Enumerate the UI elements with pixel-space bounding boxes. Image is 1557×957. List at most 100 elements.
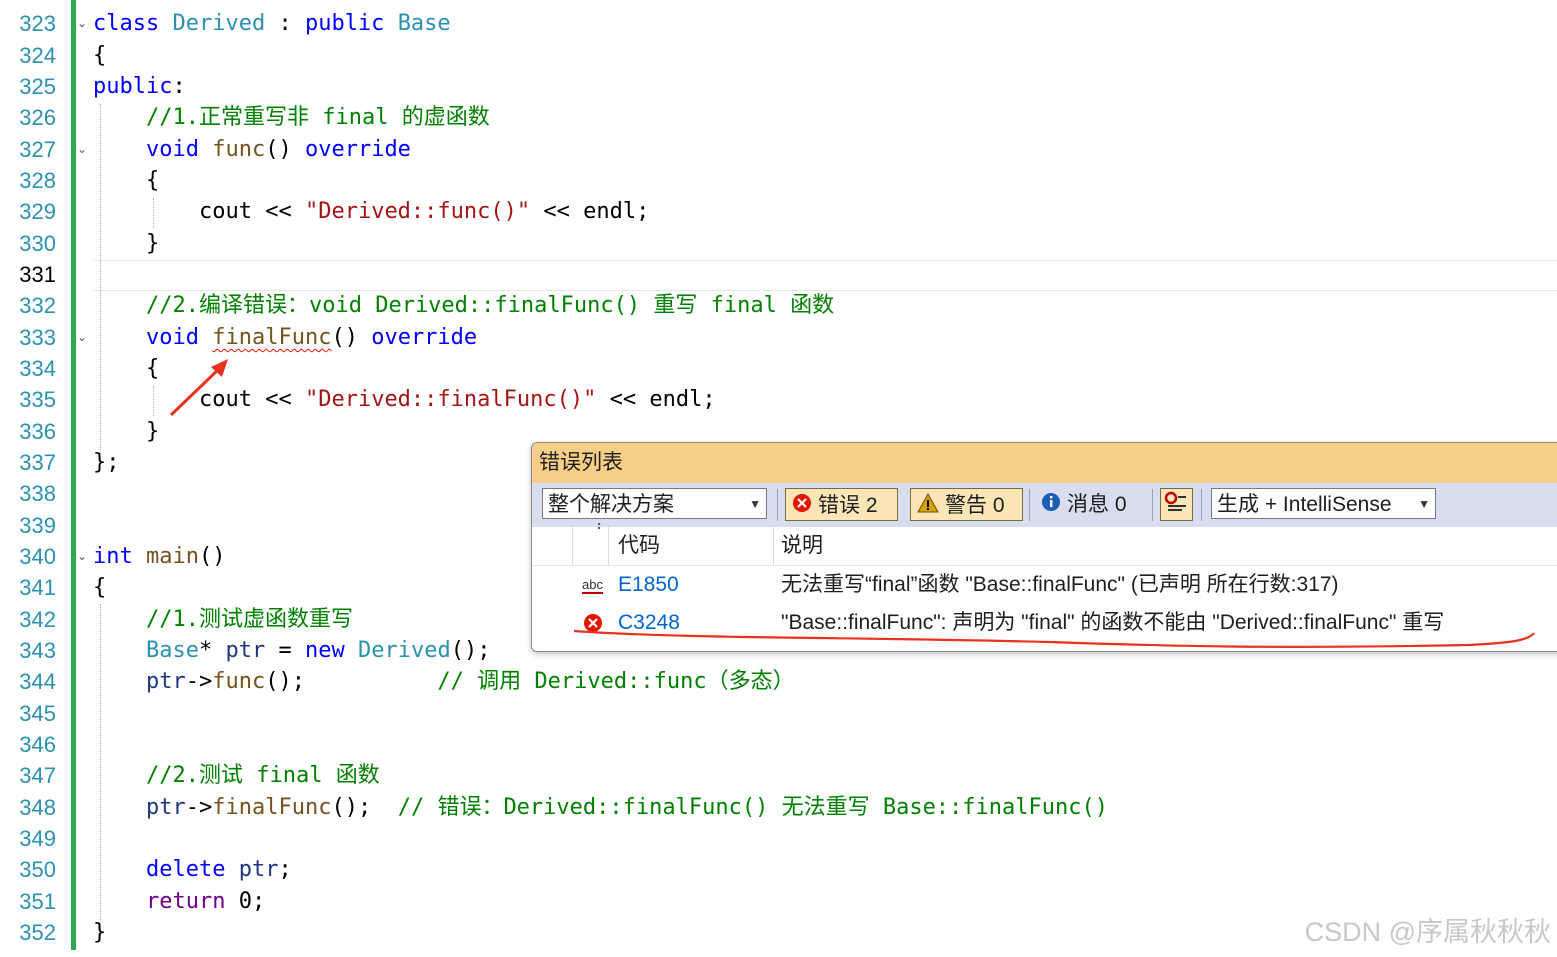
function-name: func <box>212 137 266 162</box>
scope-dropdown[interactable]: 整个解决方案 ▼ <box>542 488 767 519</box>
comment: // 错误：Derived::finalFunc() 无法重写 Base::fi… <box>397 795 1108 820</box>
code-line-323[interactable]: class Derived : public Base <box>93 8 451 39</box>
code-line-332[interactable]: //2.编译错误：void Derived::finalFunc() 重写 fi… <box>146 290 834 321</box>
code-line-336[interactable]: } <box>146 416 159 447</box>
intellisense-abc-icon: abc <box>582 577 603 594</box>
fold-chevron-icon[interactable]: ⌄ <box>77 549 87 563</box>
code-line-328[interactable]: { <box>146 165 159 196</box>
line-number: 349 <box>19 826 56 851</box>
error-list-title[interactable]: 错误列表 <box>532 443 1557 483</box>
toolbar-separator <box>777 489 778 521</box>
function-name: main <box>146 544 199 569</box>
code-line-326[interactable]: //1.正常重写非 final 的虚函数 <box>146 102 490 133</box>
info-circle-icon <box>1041 489 1061 522</box>
fold-chevron-icon[interactable]: ⌄ <box>77 16 87 30</box>
line-number: 329 <box>19 199 56 224</box>
errors-filter-button[interactable]: 错误 2 <box>785 488 898 521</box>
line-number: 333 <box>19 325 56 350</box>
keyword: new <box>304 638 345 663</box>
brace: { <box>93 575 107 600</box>
punctuation: : <box>172 74 186 99</box>
operator: << <box>251 387 305 412</box>
warnings-filter-button[interactable]: 警告 0 <box>910 488 1023 521</box>
messages-filter-label: 消息 0 <box>1067 493 1127 516</box>
line-number: 334 <box>19 356 56 381</box>
code-line-327[interactable]: void func() override <box>146 134 411 165</box>
code-line-347[interactable]: //2.测试 final 函数 <box>146 760 380 791</box>
line-number-gutter: 323 324 325 326 327 328 329 330 331 332 … <box>0 0 60 957</box>
code-line-337[interactable]: }; <box>93 447 120 478</box>
class-name: Derived <box>172 11 266 36</box>
line-number: 328 <box>19 168 56 193</box>
code-line-335[interactable]: cout << "Derived::finalFunc()" << endl; <box>199 384 716 415</box>
line-number: 332 <box>19 293 56 318</box>
code-line-325[interactable]: public: <box>93 71 186 102</box>
error-list-header: ⠃ 代码 说明 <box>532 521 1557 566</box>
error-circle-icon <box>792 490 812 523</box>
current-line-highlight <box>93 260 1557 291</box>
fold-chevron-icon[interactable]: ⌄ <box>77 142 87 156</box>
punctuation: (); <box>450 638 491 663</box>
code-line-342[interactable]: //1.测试虚函数重写 <box>146 604 353 635</box>
code-line-333[interactable]: void finalFunc() override <box>146 322 477 353</box>
code-line-343[interactable]: Base* ptr = new Derived(); <box>146 635 490 666</box>
line-number: 342 <box>19 607 56 632</box>
operator: << <box>530 199 584 224</box>
line-number: 323 <box>19 11 56 36</box>
code-line-330[interactable]: } <box>146 228 159 259</box>
column-divider <box>572 527 573 565</box>
sort-icon[interactable]: ⠃ <box>596 521 606 538</box>
function-name-error[interactable]: finalFunc <box>212 325 331 350</box>
code-line-341[interactable]: { <box>93 572 106 603</box>
code-line-352[interactable]: } <box>93 917 106 948</box>
code-line-340[interactable]: int main() <box>93 541 225 572</box>
comment: // 调用 Derived::func（多态） <box>437 669 795 694</box>
identifier: cout <box>199 199 252 224</box>
line-number: 340 <box>19 544 56 569</box>
keyword: override <box>371 325 478 350</box>
string-literal: "Derived::func()" <box>304 199 531 224</box>
line-number: 338 <box>19 481 56 506</box>
error-row[interactable]: abc E1850 无法重写“final”函数 "Base::finalFunc… <box>532 566 1557 604</box>
code-line-351[interactable]: return 0; <box>146 886 265 917</box>
line-number: 341 <box>19 575 56 600</box>
keyword: return <box>146 889 226 914</box>
identifier: endl <box>583 199 637 224</box>
scope-dropdown-value: 整个解决方案 <box>548 493 674 516</box>
punctuation: ; <box>636 199 650 224</box>
code-line-334[interactable]: { <box>146 353 159 384</box>
filter-toggle-button[interactable] <box>1160 488 1193 521</box>
column-header-description[interactable]: 说明 <box>781 527 823 565</box>
comment: //2.编译错误：void Derived::finalFunc() 重写 fi… <box>146 293 835 318</box>
code-line-350[interactable]: delete ptr; <box>146 854 292 885</box>
fold-chevron-icon[interactable]: ⌄ <box>77 330 87 344</box>
keyword: void <box>146 325 199 350</box>
indent-guide <box>153 386 154 416</box>
column-header-code[interactable]: 代码 <box>618 527 660 565</box>
code-line-329[interactable]: cout << "Derived::func()" << endl; <box>199 196 649 227</box>
comment: //2.测试 final 函数 <box>146 763 380 788</box>
operator: << <box>596 387 650 412</box>
identifier: ptr <box>146 669 186 694</box>
punctuation: () <box>265 137 305 162</box>
punctuation: 0; <box>225 889 266 914</box>
column-divider <box>608 527 609 565</box>
build-source-dropdown[interactable]: 生成 + IntelliSense ▼ <box>1211 488 1436 519</box>
error-code-link[interactable]: E1850 <box>618 566 679 604</box>
function-name: func <box>212 669 266 694</box>
line-number: 324 <box>19 43 56 68</box>
function-name: finalFunc <box>212 795 332 820</box>
code-line-324[interactable]: { <box>93 40 106 71</box>
code-line-348[interactable]: ptr->finalFunc(); // 错误：Derived::finalFu… <box>146 792 1108 823</box>
messages-filter-button[interactable]: 消息 0 <box>1035 488 1147 521</box>
keyword: class <box>93 11 160 36</box>
punctuation: : <box>265 11 305 36</box>
code-line-344[interactable]: ptr->func(); // 调用 Derived::func（多态） <box>146 666 795 697</box>
warnings-filter-label: 警告 0 <box>945 494 1005 517</box>
error-list-toolbar: 整个解决方案 ▼ 错误 2 警告 0 消息 0 生成 + IntelliSens… <box>532 483 1557 527</box>
line-number: 350 <box>19 857 56 882</box>
punctuation: (); <box>265 669 438 694</box>
brace: { <box>146 168 160 193</box>
